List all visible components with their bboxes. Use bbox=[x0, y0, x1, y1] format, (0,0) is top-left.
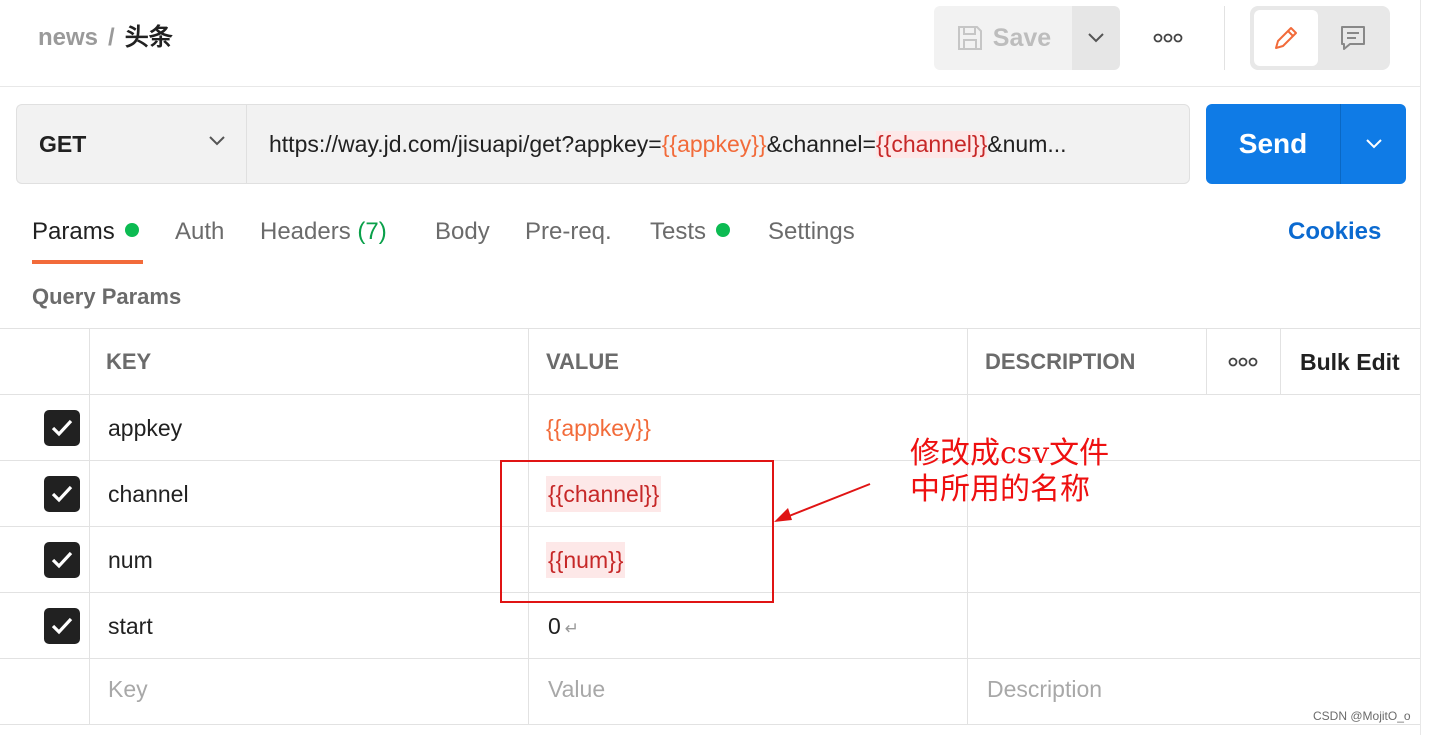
pane-edge bbox=[1420, 0, 1421, 735]
tab-label: Tests bbox=[650, 218, 707, 245]
tab-headers[interactable]: Headers (7) bbox=[260, 214, 387, 250]
row-checkbox[interactable] bbox=[44, 410, 80, 446]
save-options-button[interactable] bbox=[1072, 6, 1120, 70]
column-header-key: KEY bbox=[106, 349, 152, 374]
status-dot bbox=[716, 223, 731, 237]
method-label: GET bbox=[39, 130, 87, 157]
tab-label: Body bbox=[435, 218, 490, 245]
watermark: CSDN @MojitO_o bbox=[1313, 709, 1411, 723]
save-icon bbox=[957, 26, 982, 50]
new-key-input[interactable]: Key bbox=[108, 671, 148, 707]
table-border bbox=[0, 658, 1420, 659]
annotation-line: 中所用的名称 bbox=[910, 472, 1090, 507]
param-key[interactable]: appkey bbox=[108, 410, 182, 446]
row-checkbox[interactable] bbox=[44, 608, 80, 644]
tab-pre-request[interactable]: Pre-req. bbox=[525, 214, 612, 250]
comments-button[interactable] bbox=[1320, 10, 1386, 66]
pencil-icon bbox=[1275, 27, 1297, 49]
checkmark-icon bbox=[51, 485, 73, 503]
ellipsis-icon bbox=[1228, 357, 1258, 367]
tab-label: Auth bbox=[175, 218, 225, 245]
new-value-input[interactable]: Value bbox=[548, 671, 605, 707]
annotation-note: 修改成csv文件 中所用的名称 bbox=[910, 436, 1109, 508]
enter-glyph: ↵ bbox=[564, 619, 580, 638]
url-part: &channel= bbox=[766, 130, 876, 157]
edit-mode-button[interactable] bbox=[1254, 10, 1318, 66]
breadcrumb-separator: / bbox=[108, 24, 115, 51]
url-input[interactable]: https://way.jd.com/jisuapi/get?appkey= {… bbox=[246, 104, 1190, 184]
table-border bbox=[0, 328, 1420, 329]
url-variable-appkey: {{appkey}} bbox=[661, 130, 767, 157]
row-checkbox[interactable] bbox=[44, 476, 80, 512]
save-label: Save bbox=[992, 23, 1052, 52]
url-part: &num... bbox=[987, 130, 1067, 157]
tab-label: Headers bbox=[260, 218, 351, 245]
param-key[interactable]: start bbox=[108, 608, 153, 644]
param-key[interactable]: channel bbox=[108, 476, 189, 512]
chevron-down-icon bbox=[209, 136, 225, 146]
tab-settings[interactable]: Settings bbox=[768, 214, 855, 250]
tab-label: Settings bbox=[768, 218, 855, 245]
url-part: https://way.jd.com/jisuapi/get?appkey= bbox=[269, 130, 662, 157]
checkmark-icon bbox=[51, 551, 73, 569]
param-value[interactable]: 0 ↵ bbox=[548, 608, 579, 647]
checkmark-icon bbox=[51, 617, 73, 635]
column-border bbox=[89, 328, 90, 724]
send-options-button[interactable] bbox=[1341, 104, 1406, 184]
bulk-edit-button[interactable]: Bulk Edit bbox=[1300, 344, 1400, 380]
column-header-description: DESCRIPTION bbox=[985, 349, 1136, 374]
toolbar-divider bbox=[1224, 6, 1225, 70]
method-select[interactable]: GET bbox=[16, 104, 246, 184]
send-button[interactable]: Send bbox=[1206, 104, 1340, 184]
table-border bbox=[0, 394, 1420, 395]
tab-label: Pre-req. bbox=[525, 218, 612, 245]
annotation-line: 修改成csv文件 bbox=[910, 436, 1110, 471]
breadcrumb-request[interactable]: 头条 bbox=[125, 24, 173, 51]
column-border bbox=[1280, 328, 1281, 394]
breadcrumb-collection[interactable]: news bbox=[38, 24, 98, 51]
annotation-arrow bbox=[774, 483, 871, 522]
annotation-highlight-box bbox=[500, 460, 774, 603]
active-tab-indicator bbox=[32, 260, 143, 264]
header-divider bbox=[0, 86, 1420, 87]
more-actions-button[interactable] bbox=[1142, 22, 1194, 54]
tab-params[interactable]: Params bbox=[32, 214, 139, 250]
cookies-link[interactable]: Cookies bbox=[1288, 214, 1381, 250]
column-options-button[interactable] bbox=[1207, 330, 1279, 394]
tab-label: Params bbox=[32, 218, 115, 245]
status-dot bbox=[124, 223, 139, 237]
save-button[interactable]: Save bbox=[934, 6, 1072, 70]
tab-tests[interactable]: Tests bbox=[650, 214, 731, 250]
url-variable-channel: {{channel}} bbox=[875, 130, 988, 158]
chevron-down-icon bbox=[1088, 33, 1104, 43]
row-checkbox[interactable] bbox=[44, 542, 80, 578]
table-border bbox=[0, 724, 1420, 725]
chevron-down-icon bbox=[1365, 139, 1382, 149]
send-label: Send bbox=[1238, 128, 1308, 159]
param-key[interactable]: num bbox=[108, 542, 153, 578]
headers-count: (7) bbox=[357, 218, 387, 245]
column-header-value: VALUE bbox=[546, 349, 619, 374]
section-title: Query Params bbox=[32, 284, 182, 309]
param-value-text: 0 bbox=[548, 613, 561, 639]
tab-auth[interactable]: Auth bbox=[175, 214, 224, 250]
tab-body[interactable]: Body bbox=[435, 214, 490, 250]
checkmark-icon bbox=[51, 419, 73, 437]
comment-icon bbox=[1341, 26, 1365, 50]
column-border bbox=[967, 328, 968, 724]
ellipsis-icon bbox=[1153, 33, 1183, 43]
param-value[interactable]: {{appkey}} bbox=[546, 410, 651, 446]
new-description-input[interactable]: Description bbox=[987, 671, 1102, 707]
breadcrumb: news / 头条 bbox=[38, 20, 173, 56]
